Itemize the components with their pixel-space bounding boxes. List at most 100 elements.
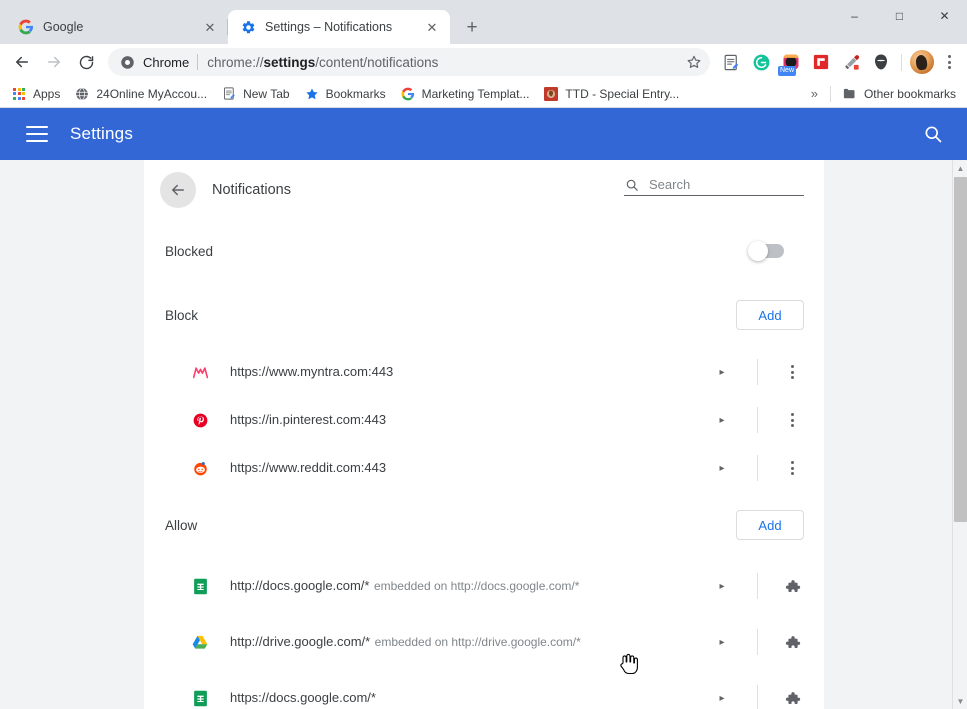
bookmark-label: Bookmarks (325, 86, 386, 101)
puzzle-piece-icon[interactable] (780, 578, 804, 595)
tab-google[interactable]: Google ✕ (6, 10, 228, 44)
url-suffix: /content/notifications (315, 54, 439, 70)
address-bar[interactable]: Chrome chrome://settings/content/notific… (108, 48, 710, 76)
block-section-title: Block (165, 307, 199, 323)
close-icon[interactable]: ✕ (202, 19, 218, 35)
chevron-right-icon[interactable]: ▸ (709, 693, 735, 704)
three-dot-menu[interactable] (780, 461, 804, 475)
blocked-label: Blocked (165, 243, 214, 259)
blocked-toggle-row[interactable]: Blocked (144, 220, 824, 282)
notes-extension-icon[interactable] (719, 50, 743, 74)
bookmark-ttd-special-entry[interactable]: TTD - Special Entry... (536, 83, 686, 105)
settings-gear-icon (240, 19, 256, 35)
note-edit-icon (221, 86, 237, 102)
back-icon[interactable] (8, 48, 36, 76)
puzzle-piece-icon[interactable] (780, 634, 804, 651)
google-sheets-icon (192, 690, 208, 706)
vertical-scrollbar[interactable]: ▲ ▼ (952, 160, 967, 709)
row-divider (757, 629, 758, 655)
toggle-knob (748, 241, 768, 261)
search-input[interactable] (649, 177, 804, 192)
table-row[interactable]: https://docs.google.com/* ▸ (144, 670, 824, 709)
loom-extension-icon[interactable]: New (778, 50, 803, 76)
scrollbar-thumb[interactable] (954, 177, 967, 522)
google-sheets-icon (192, 578, 208, 594)
scroll-down-arrow-icon[interactable]: ▼ (953, 693, 967, 709)
window-controls: – □ ✕ (832, 0, 967, 32)
ninja-extension-icon[interactable] (869, 50, 893, 74)
reload-icon[interactable] (72, 48, 100, 76)
close-icon[interactable]: ✕ (424, 19, 440, 35)
puzzle-piece-icon[interactable] (780, 690, 804, 707)
card-header: Notifications (144, 160, 824, 220)
avatar[interactable] (910, 50, 934, 74)
bookmark-label: New Tab (243, 86, 290, 101)
table-row[interactable]: http://drive.google.com/* embedded on ht… (144, 614, 824, 670)
chevron-right-icon[interactable]: ▸ (709, 637, 735, 648)
bookmark-apps[interactable]: Apps (4, 83, 67, 105)
chevron-right-icon[interactable]: ▸ (709, 415, 735, 426)
arrow-back-icon[interactable] (160, 172, 196, 208)
row-divider (757, 455, 758, 481)
minimize-button[interactable]: – (832, 0, 877, 32)
search-icon[interactable] (921, 122, 945, 146)
ttd-icon (543, 86, 559, 102)
globe-icon (74, 86, 90, 102)
site-url: https://docs.google.com/* (230, 690, 376, 705)
other-bookmarks-folder[interactable]: Other bookmarks (835, 83, 963, 105)
site-embedded-label: embedded on http://docs.google.com/* (373, 579, 580, 593)
allow-section-title: Allow (165, 517, 198, 533)
table-row[interactable]: https://www.myntra.com:443 ▸ (144, 348, 824, 396)
bookmark-star-icon[interactable] (682, 50, 706, 74)
grammarly-extension-icon[interactable] (749, 50, 773, 74)
colorpick-eyedropper-extension-icon[interactable] (839, 50, 863, 74)
google-icon (18, 19, 34, 35)
maximize-button[interactable]: □ (877, 0, 922, 32)
blocked-toggle-switch[interactable] (748, 241, 784, 261)
chevron-right-icon[interactable]: ▸ (709, 463, 735, 474)
table-row[interactable]: https://www.reddit.com:443 ▸ (144, 444, 824, 492)
three-dot-menu[interactable] (780, 413, 804, 427)
table-row[interactable]: http://docs.google.com/* embedded on htt… (144, 558, 824, 614)
three-dot-menu[interactable] (937, 48, 961, 76)
site-embedded-label: embedded on http://drive.google.com/* (374, 635, 581, 649)
settings-header: Settings (0, 108, 967, 160)
site-info: http://docs.google.com/* embedded on htt… (230, 577, 709, 595)
hamburger-menu-icon[interactable] (26, 126, 48, 142)
close-window-button[interactable]: ✕ (922, 0, 967, 32)
add-block-button[interactable]: Add (736, 300, 804, 330)
settings-title: Settings (70, 124, 134, 143)
reddit-icon (192, 460, 208, 476)
site-info: http://drive.google.com/* embedded on ht… (230, 633, 709, 651)
row-divider (757, 573, 758, 599)
bookmark-24online[interactable]: 24Online MyAccou... (67, 83, 214, 105)
tab-settings-notifications[interactable]: Settings – Notifications ✕ (228, 10, 450, 44)
bookmark-new-tab[interactable]: New Tab (214, 83, 296, 105)
url-prefix: chrome:// (207, 54, 264, 70)
chevron-right-icon[interactable]: ▸ (709, 581, 735, 592)
site-info: https://www.reddit.com:443 (230, 459, 709, 477)
bookmark-marketing-template[interactable]: Marketing Templat... (393, 83, 537, 105)
settings-scroll-area: Notifications Blocked Block Add (0, 160, 967, 709)
block-section-header: Block Add (144, 282, 824, 348)
forward-icon[interactable] (40, 48, 68, 76)
new-tab-button[interactable]: + (458, 13, 486, 41)
folder-icon (842, 86, 858, 102)
table-row[interactable]: https://in.pinterest.com:443 ▸ (144, 396, 824, 444)
three-dot-menu[interactable] (780, 365, 804, 379)
add-allow-button[interactable]: Add (736, 510, 804, 540)
flipboard-extension-icon[interactable] (809, 50, 833, 74)
extension-badge: New (778, 66, 797, 76)
security-label: Chrome (143, 54, 190, 70)
chevron-right-icon[interactable]: ▸ (709, 367, 735, 378)
site-info: https://www.myntra.com:443 (230, 363, 709, 381)
allow-section-header: Allow Add (144, 492, 824, 558)
pinterest-icon (192, 412, 208, 428)
notifications-settings-card: Notifications Blocked Block Add (144, 160, 824, 709)
url-bold: settings (263, 54, 316, 70)
settings-search-box[interactable] (624, 177, 804, 196)
bookmark-bookmarks[interactable]: Bookmarks (297, 83, 393, 105)
bookmarks-divider (829, 85, 831, 102)
scroll-up-arrow-icon[interactable]: ▲ (953, 160, 967, 176)
overflow-chevron-icon[interactable]: » (803, 86, 826, 101)
